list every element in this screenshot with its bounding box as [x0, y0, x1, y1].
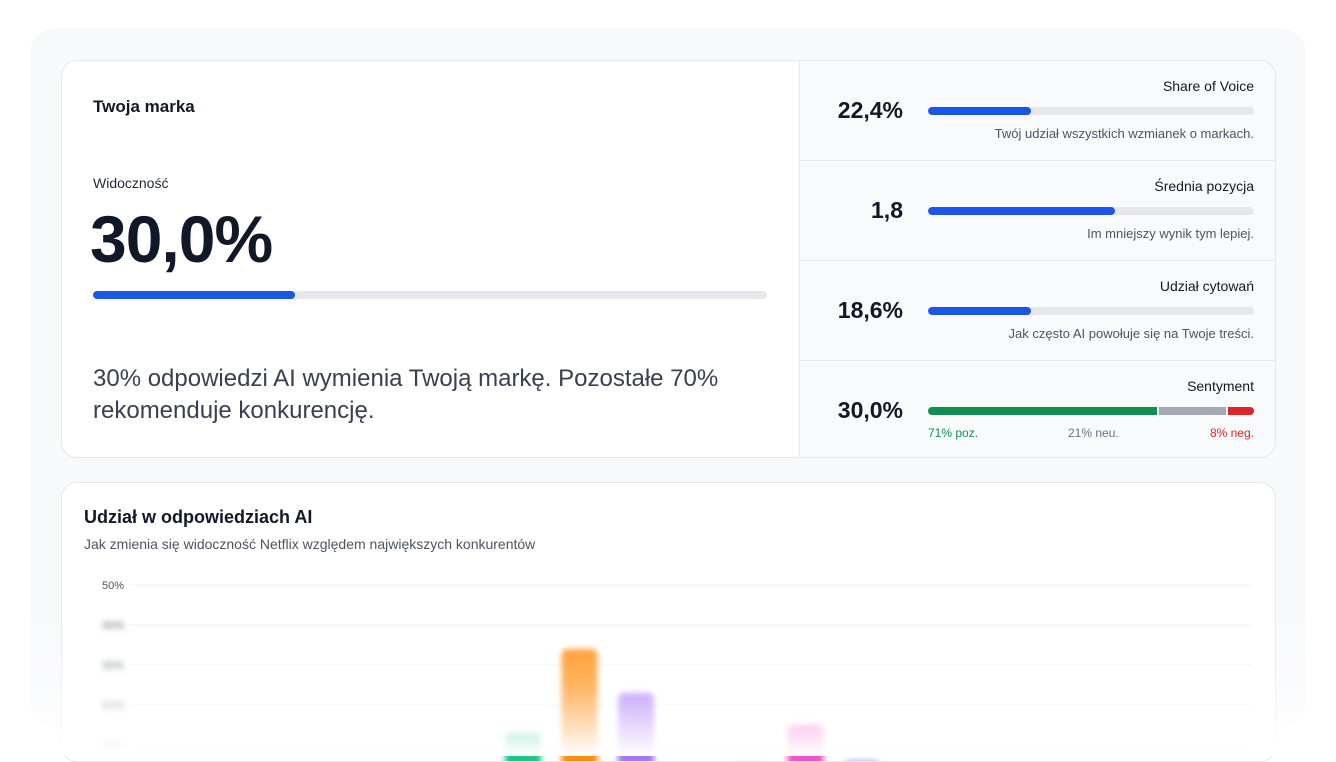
chart-bar	[505, 733, 541, 761]
metric-description: Jak często AI powołuje się na Twoje treś…	[1008, 326, 1254, 341]
metrics-panel: Share of Voice 22,4% Twój udział wszystk…	[799, 61, 1275, 457]
metric-value: 22,4%	[837, 97, 903, 123]
y-tick-label: 30%	[102, 660, 124, 672]
metric-progress-fill	[928, 207, 1116, 215]
sentiment-negative-label: 8% neg.	[1209, 426, 1254, 440]
chart-bar	[561, 649, 598, 761]
visibility-label: Widoczność	[93, 175, 169, 191]
metric-label: Sentyment	[1187, 378, 1254, 394]
metric-description: Twój udział wszystkich wzmianek o markac…	[994, 126, 1254, 141]
chart-bar	[618, 693, 654, 761]
metric-citation-share: Udział cytowań 18,6% Jak często AI powoł…	[800, 261, 1275, 361]
metric-progress-fill	[928, 107, 1032, 115]
y-tick-label: 10%	[102, 740, 124, 752]
visibility-panel: Twoja marka Widoczność 30,0% 30% odpowie…	[62, 61, 799, 457]
visibility-value: 30,0%	[90, 202, 273, 276]
visibility-progress-bar	[93, 291, 767, 299]
sentiment-negative-segment	[1228, 407, 1254, 415]
metric-label: Share of Voice	[1162, 78, 1254, 94]
metric-value: 18,6%	[837, 297, 903, 323]
metric-average-position: Średnia pozycja 1,8 Im mniejszy wynik ty…	[800, 161, 1275, 261]
metric-description: Im mniejszy wynik tym lepiej.	[1087, 226, 1254, 241]
sentiment-neutral-segment	[1158, 407, 1227, 415]
metric-sentiment: Sentyment 30,0% 71% poz. 21% neu. 8% neg…	[800, 361, 1275, 457]
metric-label: Udział cytowań	[1159, 278, 1254, 294]
sentiment-positive-label: 71% poz.	[928, 426, 979, 440]
metric-value: 30,0%	[837, 397, 903, 423]
metric-progress-bar	[928, 207, 1254, 215]
y-tick-label: 40%	[102, 620, 124, 632]
metric-share-of-voice: Share of Voice 22,4% Twój udział wszystk…	[800, 61, 1275, 161]
metric-progress-fill	[928, 307, 1032, 315]
sentiment-positive-segment	[928, 407, 1157, 415]
ai-share-card: Udział w odpowiedziach AI Jak zmienia si…	[61, 482, 1276, 762]
metric-label: Średnia pozycja	[1154, 178, 1254, 194]
visibility-progress-fill	[93, 291, 296, 299]
metric-progress-bar	[928, 107, 1254, 115]
ai-share-bar-chart: 50% 40% 30% 20% 10%	[102, 580, 1252, 761]
visibility-description: 30% odpowiedzi AI wymienia Twoją markę. …	[93, 365, 719, 424]
sentiment-bar	[928, 407, 1254, 415]
card-title: Twoja marka	[93, 97, 195, 116]
sentiment-neutral-label: 21% neu.	[1068, 426, 1119, 440]
y-tick-label: 20%	[102, 700, 124, 712]
brand-summary-card: Twoja marka Widoczność 30,0% 30% odpowie…	[61, 60, 1276, 458]
y-tick-label: 50%	[102, 580, 124, 592]
metric-value: 1,8	[871, 197, 903, 223]
metric-progress-bar	[928, 307, 1254, 315]
